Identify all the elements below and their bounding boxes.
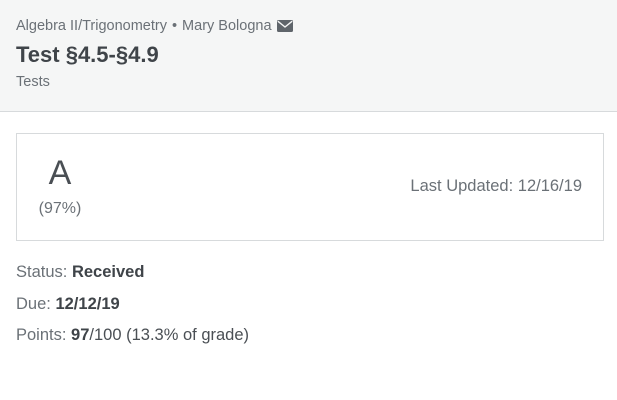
due-row: Due: 12/12/19 [16,294,249,326]
points-earned: 97 [71,326,90,344]
points-row: Points: 97/100 (13.3% of grade) [16,325,249,357]
status-row: Status: Received [16,262,249,294]
grade-percent: (97%) [38,200,82,217]
assignment-header: Algebra II/Trigonometry • Mary Bologna T… [0,0,617,112]
grade-letter: A [48,154,72,192]
status-label: Status: [16,263,68,281]
teacher-name[interactable]: Mary Bologna [182,18,271,34]
breadcrumb: Algebra II/Trigonometry • Mary Bologna [16,18,293,34]
page-title: Test §4.5-§4.9 [16,42,159,67]
last-updated: Last Updated: 12/16/19 [410,177,582,196]
status-value: Received [71,263,145,281]
grade-card: A (97%) Last Updated: 12/16/19 [16,133,604,241]
due-value: 12/12/19 [55,294,120,313]
due-label: Due: [16,294,51,313]
envelope-icon[interactable] [276,20,293,32]
assignment-category: Tests [16,74,50,90]
last-updated-label: Last Updated: [410,177,514,195]
assignment-details: Status: Received Due: 12/12/19 Points: 9… [16,262,249,357]
points-label: Points: [16,326,67,344]
breadcrumb-separator: • [171,18,178,34]
last-updated-value: 12/16/19 [517,177,582,195]
course-name[interactable]: Algebra II/Trigonometry [16,18,167,34]
points-total: /100 (13.3% of grade) [89,326,250,344]
